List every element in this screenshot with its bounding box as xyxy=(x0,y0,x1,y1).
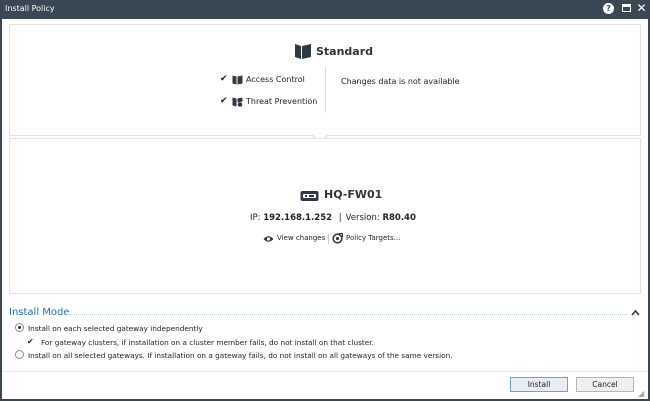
version-label: Version: xyxy=(345,213,380,223)
install-mode-title: Install Mode xyxy=(9,307,70,318)
dialog-body: Standard ✔ Access Control ✔ Threat Preve… xyxy=(2,19,648,399)
link-divider xyxy=(328,234,329,244)
gateway-panel: HQ-FW01 IP: 192.168.1.252 | Version: R80.… xyxy=(9,138,641,294)
changes-status: Changes data is not available xyxy=(341,77,460,86)
access-control-checkbox[interactable]: ✔ xyxy=(220,74,228,84)
install-independently-radio[interactable] xyxy=(15,323,24,332)
threat-prevention-icon xyxy=(232,97,243,107)
threat-prevention-label: Threat Prevention xyxy=(246,97,318,106)
cluster-option-checkbox[interactable]: ✔ xyxy=(27,337,34,346)
maximize-icon[interactable] xyxy=(620,2,633,15)
close-icon[interactable]: ✕ xyxy=(635,2,648,15)
policy-panel: Standard ✔ Access Control ✔ Threat Preve… xyxy=(9,24,641,136)
help-icon[interactable]: ? xyxy=(602,2,615,15)
vertical-divider xyxy=(325,67,326,113)
install-mode-divider xyxy=(67,314,627,315)
policy-targets-icon[interactable] xyxy=(332,233,343,244)
install-independently-label: Install on each selected gateway indepen… xyxy=(28,324,203,333)
resize-grip-icon[interactable]: ◢ xyxy=(638,389,644,398)
chevron-up-icon[interactable] xyxy=(631,309,640,316)
install-mode-header: Install Mode xyxy=(9,307,640,321)
policy-book-icon xyxy=(295,44,311,59)
eye-icon[interactable] xyxy=(263,235,274,243)
install-button[interactable]: Install xyxy=(510,377,568,392)
gateway-version: R80.40 xyxy=(382,213,416,223)
install-all-radio[interactable] xyxy=(15,350,24,359)
gateway-ip: 192.168.1.252 xyxy=(263,213,333,223)
footer-divider xyxy=(2,371,648,372)
gateway-info: IP: 192.168.1.252 | Version: R80.40 xyxy=(250,213,416,223)
gateway-name: HQ-FW01 xyxy=(324,188,383,201)
book-icon xyxy=(232,75,243,85)
gateway-icon xyxy=(300,191,319,201)
window-title: Install Policy xyxy=(5,4,55,13)
threat-prevention-checkbox[interactable]: ✔ xyxy=(220,96,228,106)
cluster-option-label: For gateway clusters, if installation on… xyxy=(41,338,374,347)
ip-label: IP: xyxy=(250,213,261,223)
view-changes-link[interactable]: View changes xyxy=(277,234,325,242)
access-control-label: Access Control xyxy=(246,75,305,84)
title-bar[interactable]: Install Policy ? ✕ xyxy=(0,0,650,18)
install-policy-window: Install Policy ? ✕ Standard ✔ Access Con… xyxy=(0,0,650,401)
cancel-button[interactable]: Cancel xyxy=(576,377,634,392)
policy-name: Standard xyxy=(316,45,374,58)
info-separator: | xyxy=(338,213,342,223)
policy-targets-link[interactable]: Policy Targets... xyxy=(346,234,400,242)
install-all-label: Install on all selected gateways. If ins… xyxy=(28,351,453,360)
